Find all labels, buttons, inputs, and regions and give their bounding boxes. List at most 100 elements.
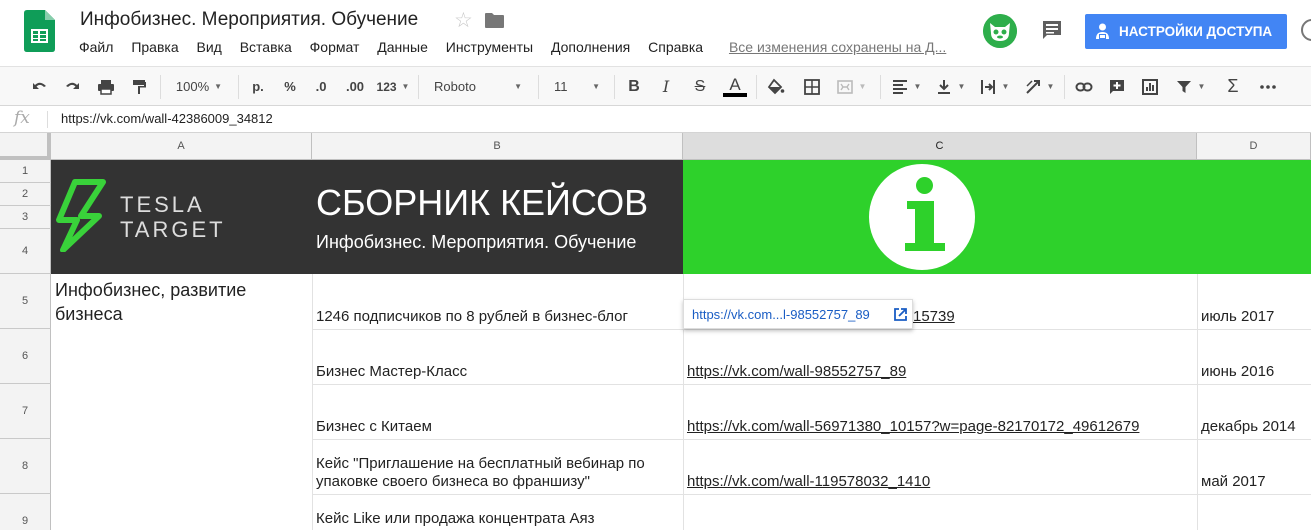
case-link-1[interactable]: 15739 [913, 308, 955, 325]
strikethrough-button[interactable]: S [688, 67, 712, 106]
menu-file[interactable]: Файл [79, 39, 113, 55]
redo-icon[interactable] [60, 67, 84, 106]
fill-color-icon[interactable] [764, 67, 788, 106]
undo-icon[interactable] [28, 67, 52, 106]
align-horizontal-icon[interactable]: ▼ [888, 67, 924, 106]
bold-button[interactable]: B [622, 67, 646, 106]
insert-link-icon[interactable] [1072, 67, 1096, 106]
text-color-button[interactable]: A [722, 67, 748, 106]
case-name-4-line-2[interactable]: упаковке своего бизнеса во франшизу" [316, 473, 590, 490]
menu-insert[interactable]: Вставка [240, 39, 292, 55]
menu-format[interactable]: Формат [310, 39, 360, 55]
case-date-2[interactable]: июнь 2016 [1201, 363, 1274, 380]
toolbar: 100% ▼ р. % .0 .00 123 ▼ Roboto ▼ 11 ▼ B I S… [0, 66, 1311, 106]
insert-comment-icon[interactable] [1105, 67, 1129, 106]
borders-icon[interactable] [800, 67, 824, 106]
save-status-link[interactable]: Все изменения сохранены на Д... [729, 39, 946, 55]
link-preview-url[interactable]: https://vk.com...l-98552757_89 [692, 307, 870, 322]
paint-format-icon[interactable] [127, 67, 151, 106]
filter-icon[interactable]: ▼ [1170, 67, 1210, 106]
zoom-select[interactable]: 100% ▼ [168, 67, 230, 106]
case-name-2[interactable]: Бизнес Мастер-Класс [316, 363, 467, 380]
row-header-9[interactable]: 9 [0, 494, 51, 530]
row-header-2[interactable]: 2 [0, 183, 51, 206]
document-title[interactable]: Инфобизнес. Мероприятия. Обучение [80, 9, 418, 31]
column-header-c[interactable]: C [683, 133, 1197, 160]
column-header-a[interactable]: A [51, 133, 312, 160]
tesla-target-logo-icon [56, 179, 106, 252]
more-formats-select[interactable]: 123 ▼ [373, 67, 413, 106]
font-size-select[interactable]: 11 ▼ [546, 67, 608, 106]
logo-line-1: TESLA [120, 192, 205, 217]
info-cell[interactable] [683, 160, 1197, 274]
app-header: Инфобизнес. Мероприятия. Обучение ☆ Файл… [0, 0, 1311, 66]
font-family-select[interactable]: Roboto ▼ [426, 67, 530, 106]
row-header-8[interactable]: 8 [0, 439, 51, 494]
case-link-2[interactable]: https://vk.com/wall-98552757_89 [687, 363, 906, 380]
menu-help[interactable]: Справка [648, 39, 703, 55]
case-date-3[interactable]: декабрь 2014 [1201, 418, 1296, 435]
menu-view[interactable]: Вид [197, 39, 222, 55]
merge-cells-icon[interactable]: ▼ [834, 67, 868, 106]
share-button[interactable]: НАСТРОЙКИ ДОСТУПА [1085, 14, 1287, 49]
lock-person-icon [1096, 23, 1109, 39]
menu-bar: Файл Правка Вид Вставка Формат Данные Ин… [79, 39, 960, 55]
info-icon [869, 164, 975, 270]
more-options-icon[interactable] [1256, 67, 1280, 106]
menu-data[interactable]: Данные [377, 39, 428, 55]
column-header-d[interactable]: D [1197, 133, 1311, 160]
row-header-7[interactable]: 7 [0, 384, 51, 439]
category-cell[interactable]: Инфобизнес, развитие бизнеса [55, 278, 300, 326]
logo-line-2: TARGET [120, 217, 226, 242]
account-icon-partial[interactable] [1300, 18, 1311, 42]
star-icon[interactable]: ☆ [454, 8, 473, 33]
menu-tools[interactable]: Инструменты [446, 39, 533, 55]
row-header-6[interactable]: 6 [0, 329, 51, 384]
font-size-value: 11 [554, 79, 568, 94]
text-color-swatch [723, 92, 747, 97]
column-header-b[interactable]: B [312, 133, 683, 160]
italic-button[interactable]: I [654, 67, 678, 106]
share-button-label: НАСТРОЙКИ ДОСТУПА [1119, 24, 1273, 39]
formula-input[interactable]: https://vk.com/wall-42386009_34812 [61, 111, 273, 126]
function-icon: fx [14, 108, 30, 128]
more-formats-label: 123 [376, 79, 397, 94]
case-link-4[interactable]: https://vk.com/wall-119578032_1410 [687, 473, 930, 490]
row-header-4[interactable]: 4 [0, 229, 51, 274]
text-rotation-icon[interactable]: ▼ [1020, 67, 1058, 106]
font-family-value: Roboto [434, 79, 476, 94]
sheets-logo-icon[interactable] [24, 10, 55, 52]
open-external-icon[interactable] [893, 307, 908, 322]
link-preview-tooltip: https://vk.com...l-98552757_89 [683, 299, 913, 329]
folder-icon[interactable] [485, 13, 504, 28]
percent-format-button[interactable]: % [278, 67, 302, 106]
banner-cell-d[interactable] [1197, 160, 1311, 274]
print-icon[interactable] [94, 67, 118, 106]
currency-format-button[interactable]: р. [246, 67, 270, 106]
increase-decimal-button[interactable]: .00 [341, 67, 369, 106]
case-date-4[interactable]: май 2017 [1201, 473, 1266, 490]
case-name-4-line-1[interactable]: Кейс "Приглашение на бесплатный вебинар … [316, 455, 645, 472]
insert-chart-icon[interactable] [1138, 67, 1162, 106]
menu-edit[interactable]: Правка [131, 39, 178, 55]
functions-icon[interactable]: Σ [1221, 67, 1245, 106]
logo-cell[interactable]: TESLA TARGET [51, 160, 312, 274]
decrease-decimal-button[interactable]: .0 [309, 67, 333, 106]
text-wrap-icon[interactable]: ▼ [976, 67, 1012, 106]
select-all-corner[interactable] [0, 133, 51, 160]
user-avatar[interactable] [983, 14, 1017, 48]
collection-subtitle: Инфобизнес. Мероприятия. Обучение [316, 232, 637, 252]
case-link-3[interactable]: https://vk.com/wall-56971380_10157?w=pag… [687, 418, 1139, 435]
text-color-glyph: A [729, 74, 741, 94]
comment-icon[interactable] [1041, 19, 1063, 41]
row-header-1[interactable]: 1 [0, 160, 51, 183]
row-header-3[interactable]: 3 [0, 206, 51, 229]
case-name-1[interactable]: 1246 подписчиков по 8 рублей в бизнес-бл… [316, 308, 628, 325]
menu-addons[interactable]: Дополнения [551, 39, 630, 55]
case-name-5[interactable]: Кейс Like или продажа концентрата Аяз [316, 510, 594, 527]
row-header-5[interactable]: 5 [0, 274, 51, 329]
align-vertical-icon[interactable]: ▼ [932, 67, 968, 106]
case-date-1[interactable]: июль 2017 [1201, 308, 1274, 325]
case-name-3[interactable]: Бизнес с Китаем [316, 418, 432, 435]
logo-wordmark: TESLA TARGET [120, 192, 226, 242]
